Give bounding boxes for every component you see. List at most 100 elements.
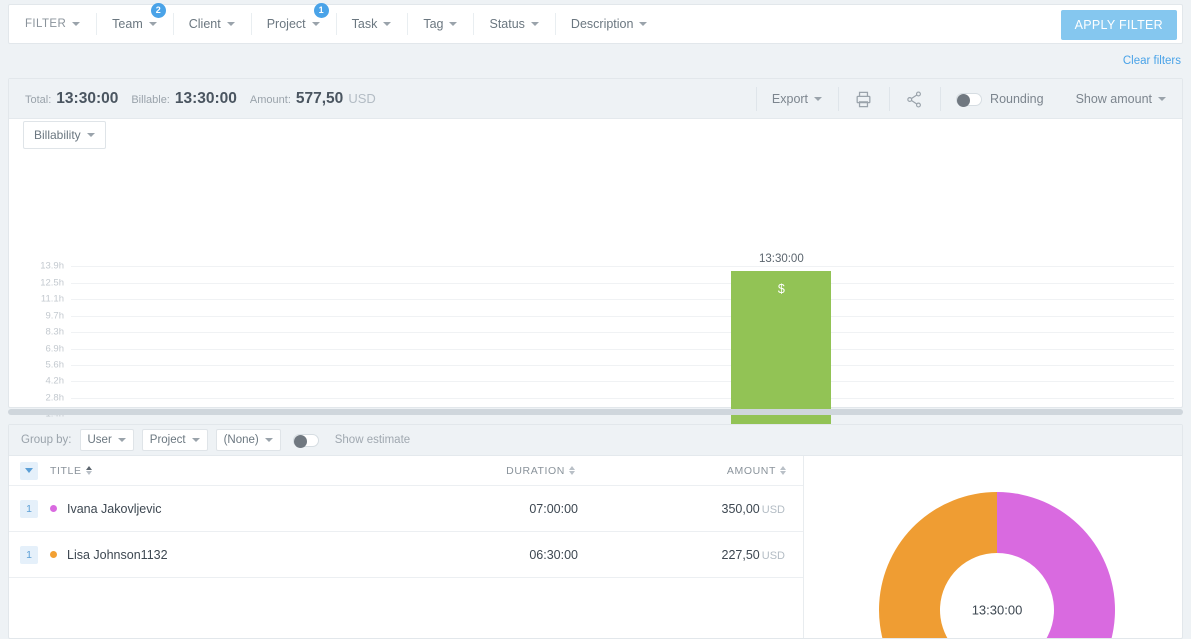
results-table: TITLE DURATION AMOUNT 1 Ivana Jakovljevi… [9, 456, 804, 638]
collapse-all-button[interactable] [20, 461, 38, 480]
row-duration: 06:30:00 [529, 547, 578, 562]
clear-filters-link[interactable]: Clear filters [1123, 55, 1181, 67]
sort-icon [569, 466, 575, 475]
billable-dollar-icon: $ [777, 281, 785, 296]
toggle-switch[interactable] [956, 92, 983, 107]
table-row[interactable]: 1 Lisa Johnson1132 06:30:00 227,50 USD [9, 532, 803, 578]
row-title: Ivana Jakovljevic [67, 501, 162, 516]
row-color-dot [50, 505, 57, 512]
filter-item-label: Project [266, 17, 306, 31]
total-label: Total: [25, 93, 52, 106]
print-button[interactable] [838, 79, 889, 119]
group-by-select-2[interactable]: Project [141, 429, 208, 451]
bar-value-label: 13:30:00 [758, 252, 804, 265]
filter-item-label: Task [351, 17, 378, 31]
group-by-value: User [87, 434, 112, 446]
billability-dropdown[interactable]: Billability [23, 121, 106, 149]
group-by-select-3[interactable]: (None) [215, 429, 281, 451]
bar-chart: 13.9h 12.5h 11.1h 9.7h 8.3h 6.9h 5.6h 4.2h 2.8h 1… [9, 169, 1182, 481]
gridline [71, 315, 1174, 317]
filter-item-client[interactable]: Client [172, 4, 251, 44]
filter-item-team[interactable]: Team 2 [96, 3, 173, 44]
show-estimate-label: Show estimate [334, 434, 411, 446]
filter-item-label: Tag [423, 17, 444, 31]
filter-item-label: FILTER [25, 18, 67, 30]
filter-item-status[interactable]: Status [473, 4, 554, 44]
chevron-down-icon [86, 133, 95, 137]
table-row[interactable]: 1 Ivana Jakovljevic 07:00:00 350,00 USD [9, 486, 803, 532]
row-amount: 350,00 USD [722, 502, 785, 516]
chart-bar[interactable] [731, 270, 832, 447]
amount-value: 577,50 [295, 89, 344, 107]
y-axis-tick: 9.7h [45, 310, 65, 322]
column-header-amount[interactable]: AMOUNT [727, 465, 786, 477]
chevron-down-icon [530, 22, 539, 26]
row-amount-currency: USD [761, 503, 785, 516]
donut-center-label: 13:30:00 [971, 602, 1023, 618]
toggle-knob [957, 93, 971, 107]
horizontal-scrollbar[interactable] [8, 409, 1183, 415]
summary-actions: Export Rounding Show amount [755, 79, 1182, 119]
export-dropdown[interactable]: Export [755, 79, 838, 119]
filter-item-label: Description [570, 17, 634, 31]
column-header-duration[interactable]: DURATION [506, 465, 575, 477]
rounding-label: Rounding [990, 92, 1044, 106]
filter-item-description[interactable]: Description [554, 4, 664, 44]
filter-badge-project: 1 [313, 3, 329, 18]
summary-bar: Total: 13:30:00 Billable: 13:30:00 Amoun… [9, 79, 1182, 119]
chevron-down-icon [311, 22, 320, 26]
share-button[interactable] [889, 79, 940, 119]
gridline [71, 332, 1174, 334]
gridline [71, 397, 1174, 399]
row-duration: 07:00:00 [529, 501, 578, 516]
chevron-down-icon [25, 468, 33, 473]
chevron-down-icon [72, 22, 81, 26]
donut-chart: 13:30:00 [804, 456, 1182, 638]
filter-item-filter[interactable]: FILTER [9, 4, 96, 44]
y-axis-tick: 2.8h [45, 392, 65, 404]
filter-item-task[interactable]: Task [335, 4, 408, 44]
report-chart-card: Total: 13:30:00 Billable: 13:30:00 Amoun… [8, 78, 1183, 481]
filter-item-label: Status [489, 17, 525, 31]
filter-item-project[interactable]: Project 1 [250, 3, 336, 44]
amount-label: Amount: [249, 93, 291, 106]
gridline [71, 381, 1174, 383]
rounding-toggle[interactable]: Rounding [940, 79, 1060, 119]
row-count-badge: 1 [20, 499, 38, 518]
row-title: Lisa Johnson1132 [67, 547, 168, 562]
chevron-down-icon [1158, 97, 1166, 101]
chevron-down-icon [264, 438, 273, 442]
apply-filter-button[interactable]: APPLY FILTER [1060, 10, 1177, 40]
row-amount: 227,50 USD [722, 548, 785, 562]
chevron-down-icon [117, 438, 126, 442]
group-by-label: Group by: [21, 434, 72, 446]
filter-badge-team: 2 [150, 3, 166, 18]
sort-icon [780, 466, 786, 475]
chevron-down-icon [814, 97, 823, 101]
gridline [71, 364, 1174, 366]
chevron-down-icon [449, 22, 458, 26]
billable-value: 13:30:00 [174, 89, 237, 107]
row-count-badge: 1 [20, 545, 38, 564]
row-amount-value: 350,00 [721, 501, 760, 516]
y-axis-tick: 5.6h [45, 359, 65, 371]
billable-label: Billable: [131, 93, 170, 106]
gridline [71, 266, 1174, 267]
group-by-value: (None) [223, 434, 259, 446]
column-header-title[interactable]: TITLE [50, 465, 92, 477]
show-amount-dropdown[interactable]: Show amount [1060, 79, 1182, 119]
gridline [71, 349, 1174, 351]
show-amount-label: Show amount [1075, 92, 1152, 106]
y-axis-tick: 6.9h [45, 343, 65, 355]
group-by-bar: Group by: User Project (None) Show estim… [9, 425, 1182, 456]
gridline [71, 299, 1174, 301]
amount-currency: USD [348, 90, 376, 106]
group-by-select-1[interactable]: User [79, 429, 134, 451]
show-estimate-toggle[interactable] [292, 433, 319, 448]
share-icon [907, 90, 921, 108]
filter-item-tag[interactable]: Tag [407, 4, 473, 44]
filter-bar: FILTER Team 2 Client Project 1 Task Tag … [8, 3, 1183, 44]
y-axis-tick: 11.1h [40, 293, 64, 305]
filter-item-label: Client [188, 17, 221, 31]
column-label: TITLE [50, 464, 82, 477]
